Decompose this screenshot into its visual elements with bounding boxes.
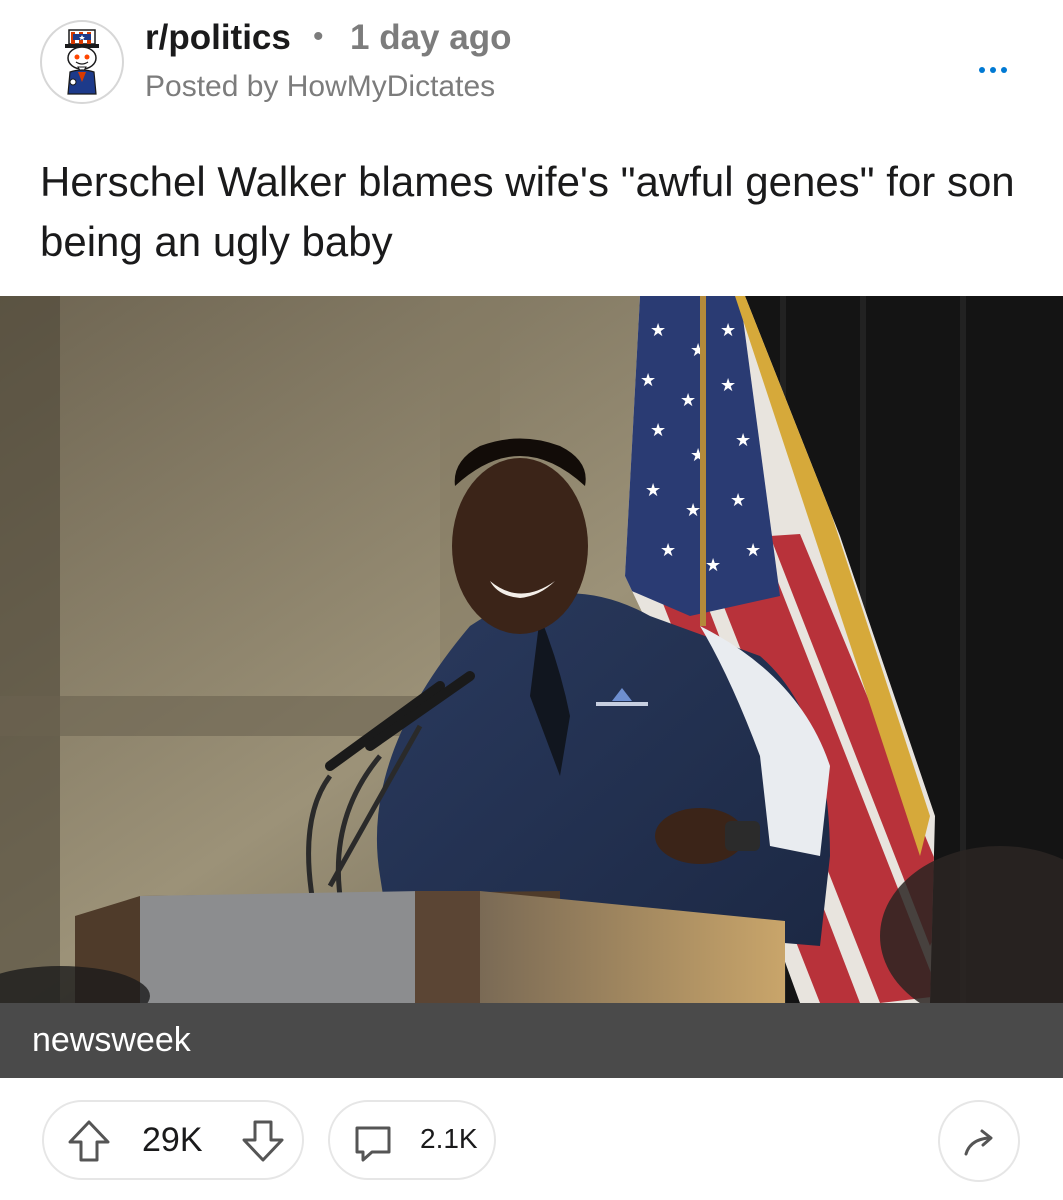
meta-separator: •	[313, 20, 324, 53]
subreddit-avatar-icon[interactable]	[40, 20, 124, 104]
link-source-label[interactable]: newsweek	[32, 1021, 191, 1060]
svg-text:★: ★	[720, 320, 736, 341]
svg-text:★: ★	[645, 480, 661, 501]
downvote-arrow-icon[interactable]	[240, 1118, 286, 1164]
svg-text:★: ★	[705, 555, 721, 576]
svg-text:★: ★	[745, 540, 761, 561]
svg-text:★: ★	[650, 320, 666, 341]
post-title[interactable]: Herschel Walker blames wife's "awful gen…	[40, 152, 1030, 272]
svg-text:★: ★	[720, 375, 736, 396]
svg-text:★: ★	[680, 390, 696, 411]
comments-button[interactable]: 2.1K	[328, 1100, 496, 1180]
posted-by[interactable]: Posted by HowMyDictates	[145, 70, 495, 104]
upvote-arrow-icon[interactable]	[66, 1118, 112, 1164]
share-arrow-icon	[964, 1129, 993, 1156]
svg-text:★: ★	[730, 490, 746, 511]
post-time: 1 day ago	[350, 18, 512, 57]
svg-text:★: ★	[650, 420, 666, 441]
post-header: r/politics • 1 day ago Posted by HowMyDi…	[0, 0, 1063, 140]
comment-count: 2.1K	[420, 1123, 478, 1154]
post-image[interactable]: ★ ★ ★ ★ ★ ★ ★ ★ ★ ★ ★ ★ ★ ★ ★	[0, 296, 1063, 1003]
more-options-icon[interactable]	[973, 60, 1013, 80]
comment-bubble-icon	[352, 1122, 394, 1164]
subreddit-name[interactable]: r/politics	[145, 18, 291, 58]
svg-text:★: ★	[685, 500, 701, 521]
more-dot	[1001, 67, 1007, 73]
more-dot	[990, 67, 996, 73]
more-dot	[979, 67, 985, 73]
link-source-bar[interactable]: newsweek	[0, 1003, 1063, 1078]
svg-text:★: ★	[640, 370, 656, 391]
share-button[interactable]	[938, 1100, 1020, 1182]
vote-controls: 29K	[42, 1100, 304, 1180]
vote-count: 29K	[142, 1121, 203, 1159]
svg-text:★: ★	[660, 540, 676, 561]
svg-text:★: ★	[735, 430, 751, 451]
